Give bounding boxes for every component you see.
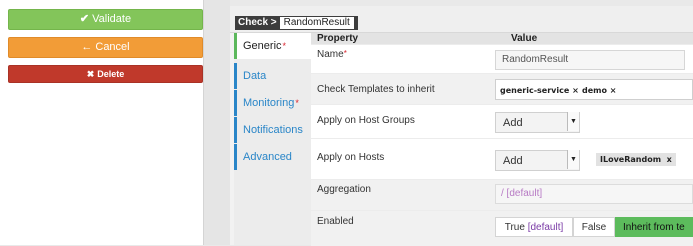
select-value: Add: [503, 117, 523, 129]
name-input[interactable]: RandomResult: [495, 50, 685, 70]
tag-text: generic-service: [500, 86, 570, 95]
property-label: Name*: [317, 49, 347, 60]
col-header-property: Property: [311, 33, 495, 44]
tab-label: Advanced: [243, 151, 292, 163]
action-panel: ✔ Validate ← Cancel ✖ Delete: [0, 0, 204, 245]
templates-input[interactable]: generic-service × demo ×: [495, 79, 693, 100]
required-marker: *: [282, 41, 287, 51]
tab-label: Generic: [243, 40, 282, 52]
breadcrumb: Check > RandomResult: [235, 16, 358, 30]
row-host-groups: Apply on Host Groups Add ▼: [311, 104, 693, 138]
tag-remove-icon[interactable]: ×: [610, 86, 617, 95]
row-name: Name* RandomResult: [311, 44, 693, 73]
delete-button[interactable]: ✖ Delete: [8, 65, 203, 83]
tag-text: demo: [582, 86, 607, 95]
required-marker: *: [343, 49, 347, 58]
host-groups-label: Apply on Host Groups: [317, 115, 415, 126]
host-tag: ILoveRandom x: [596, 153, 676, 166]
enabled-inherit-option[interactable]: Inherit from te: [615, 217, 693, 237]
tab-label: Data: [243, 70, 267, 82]
x-icon: ✖: [86, 69, 95, 79]
cancel-button[interactable]: ← Cancel: [8, 37, 203, 58]
validate-label: Validate: [92, 13, 132, 25]
option-label: False: [581, 222, 607, 233]
option-label: Inherit from te: [623, 222, 685, 233]
tag-remove-icon[interactable]: ×: [572, 86, 579, 95]
check-icon: ✔: [79, 13, 90, 25]
breadcrumb-prefix: Check >: [238, 17, 277, 28]
caret-down-icon: ▼: [567, 150, 579, 169]
panel-gap: [204, 0, 230, 245]
row-hosts: Apply on Hosts Add ▼ ILoveRandom x: [311, 138, 693, 179]
tag-text: ILoveRandom: [600, 155, 662, 164]
tab-label: Monitoring: [243, 97, 295, 109]
select-value: Add: [503, 155, 523, 167]
check-form: Check > RandomResult Generic* Data Monito…: [230, 6, 693, 246]
enabled-true-option[interactable]: True [default]: [495, 217, 573, 237]
caret-down-icon: ▼: [567, 112, 579, 131]
row-enabled: Enabled True [default] False Inherit fro…: [311, 210, 693, 246]
default-marker: [default]: [527, 222, 564, 233]
tab-generic[interactable]: Generic*: [234, 33, 311, 59]
arrow-left-icon: ←: [81, 41, 93, 53]
row-aggregation: Aggregation / [default]: [311, 179, 693, 210]
templates-label: Check Templates to inherit: [317, 84, 435, 95]
cancel-label: Cancel: [95, 41, 130, 53]
option-label: True: [504, 222, 525, 233]
delete-label: Delete: [97, 69, 125, 79]
aggregation-label: Aggregation: [317, 184, 371, 195]
aggregation-input[interactable]: / [default]: [495, 184, 693, 204]
breadcrumb-current: RandomResult: [278, 16, 355, 30]
tab-data[interactable]: Data: [234, 63, 307, 89]
tab-advanced[interactable]: Advanced: [234, 144, 307, 170]
tab-label: Notifications: [243, 124, 303, 136]
properties-table: Property Value Name* RandomResult Check …: [311, 33, 693, 246]
tab-notifications[interactable]: Notifications: [234, 117, 307, 143]
col-header-value: Value: [495, 33, 693, 44]
row-templates: Check Templates to inherit generic-servi…: [311, 73, 693, 104]
enabled-label: Enabled: [317, 216, 354, 227]
enabled-false-option[interactable]: False: [573, 217, 615, 237]
required-marker: *: [295, 98, 299, 108]
tab-list: Generic* Data Monitoring* Notifications …: [234, 33, 311, 245]
form-header: Check > RandomResult: [230, 6, 693, 33]
template-tag: generic-service ×: [500, 86, 579, 95]
template-tag: demo ×: [582, 86, 616, 95]
hosts-label: Apply on Hosts: [317, 152, 385, 163]
validate-button[interactable]: ✔ Validate: [8, 9, 203, 30]
tag-remove-icon[interactable]: x: [667, 155, 672, 164]
hosts-select[interactable]: Add ▼: [495, 150, 580, 171]
tab-monitoring[interactable]: Monitoring*: [234, 90, 307, 116]
name-label: Name: [317, 49, 344, 60]
host-groups-select[interactable]: Add ▼: [495, 112, 580, 133]
